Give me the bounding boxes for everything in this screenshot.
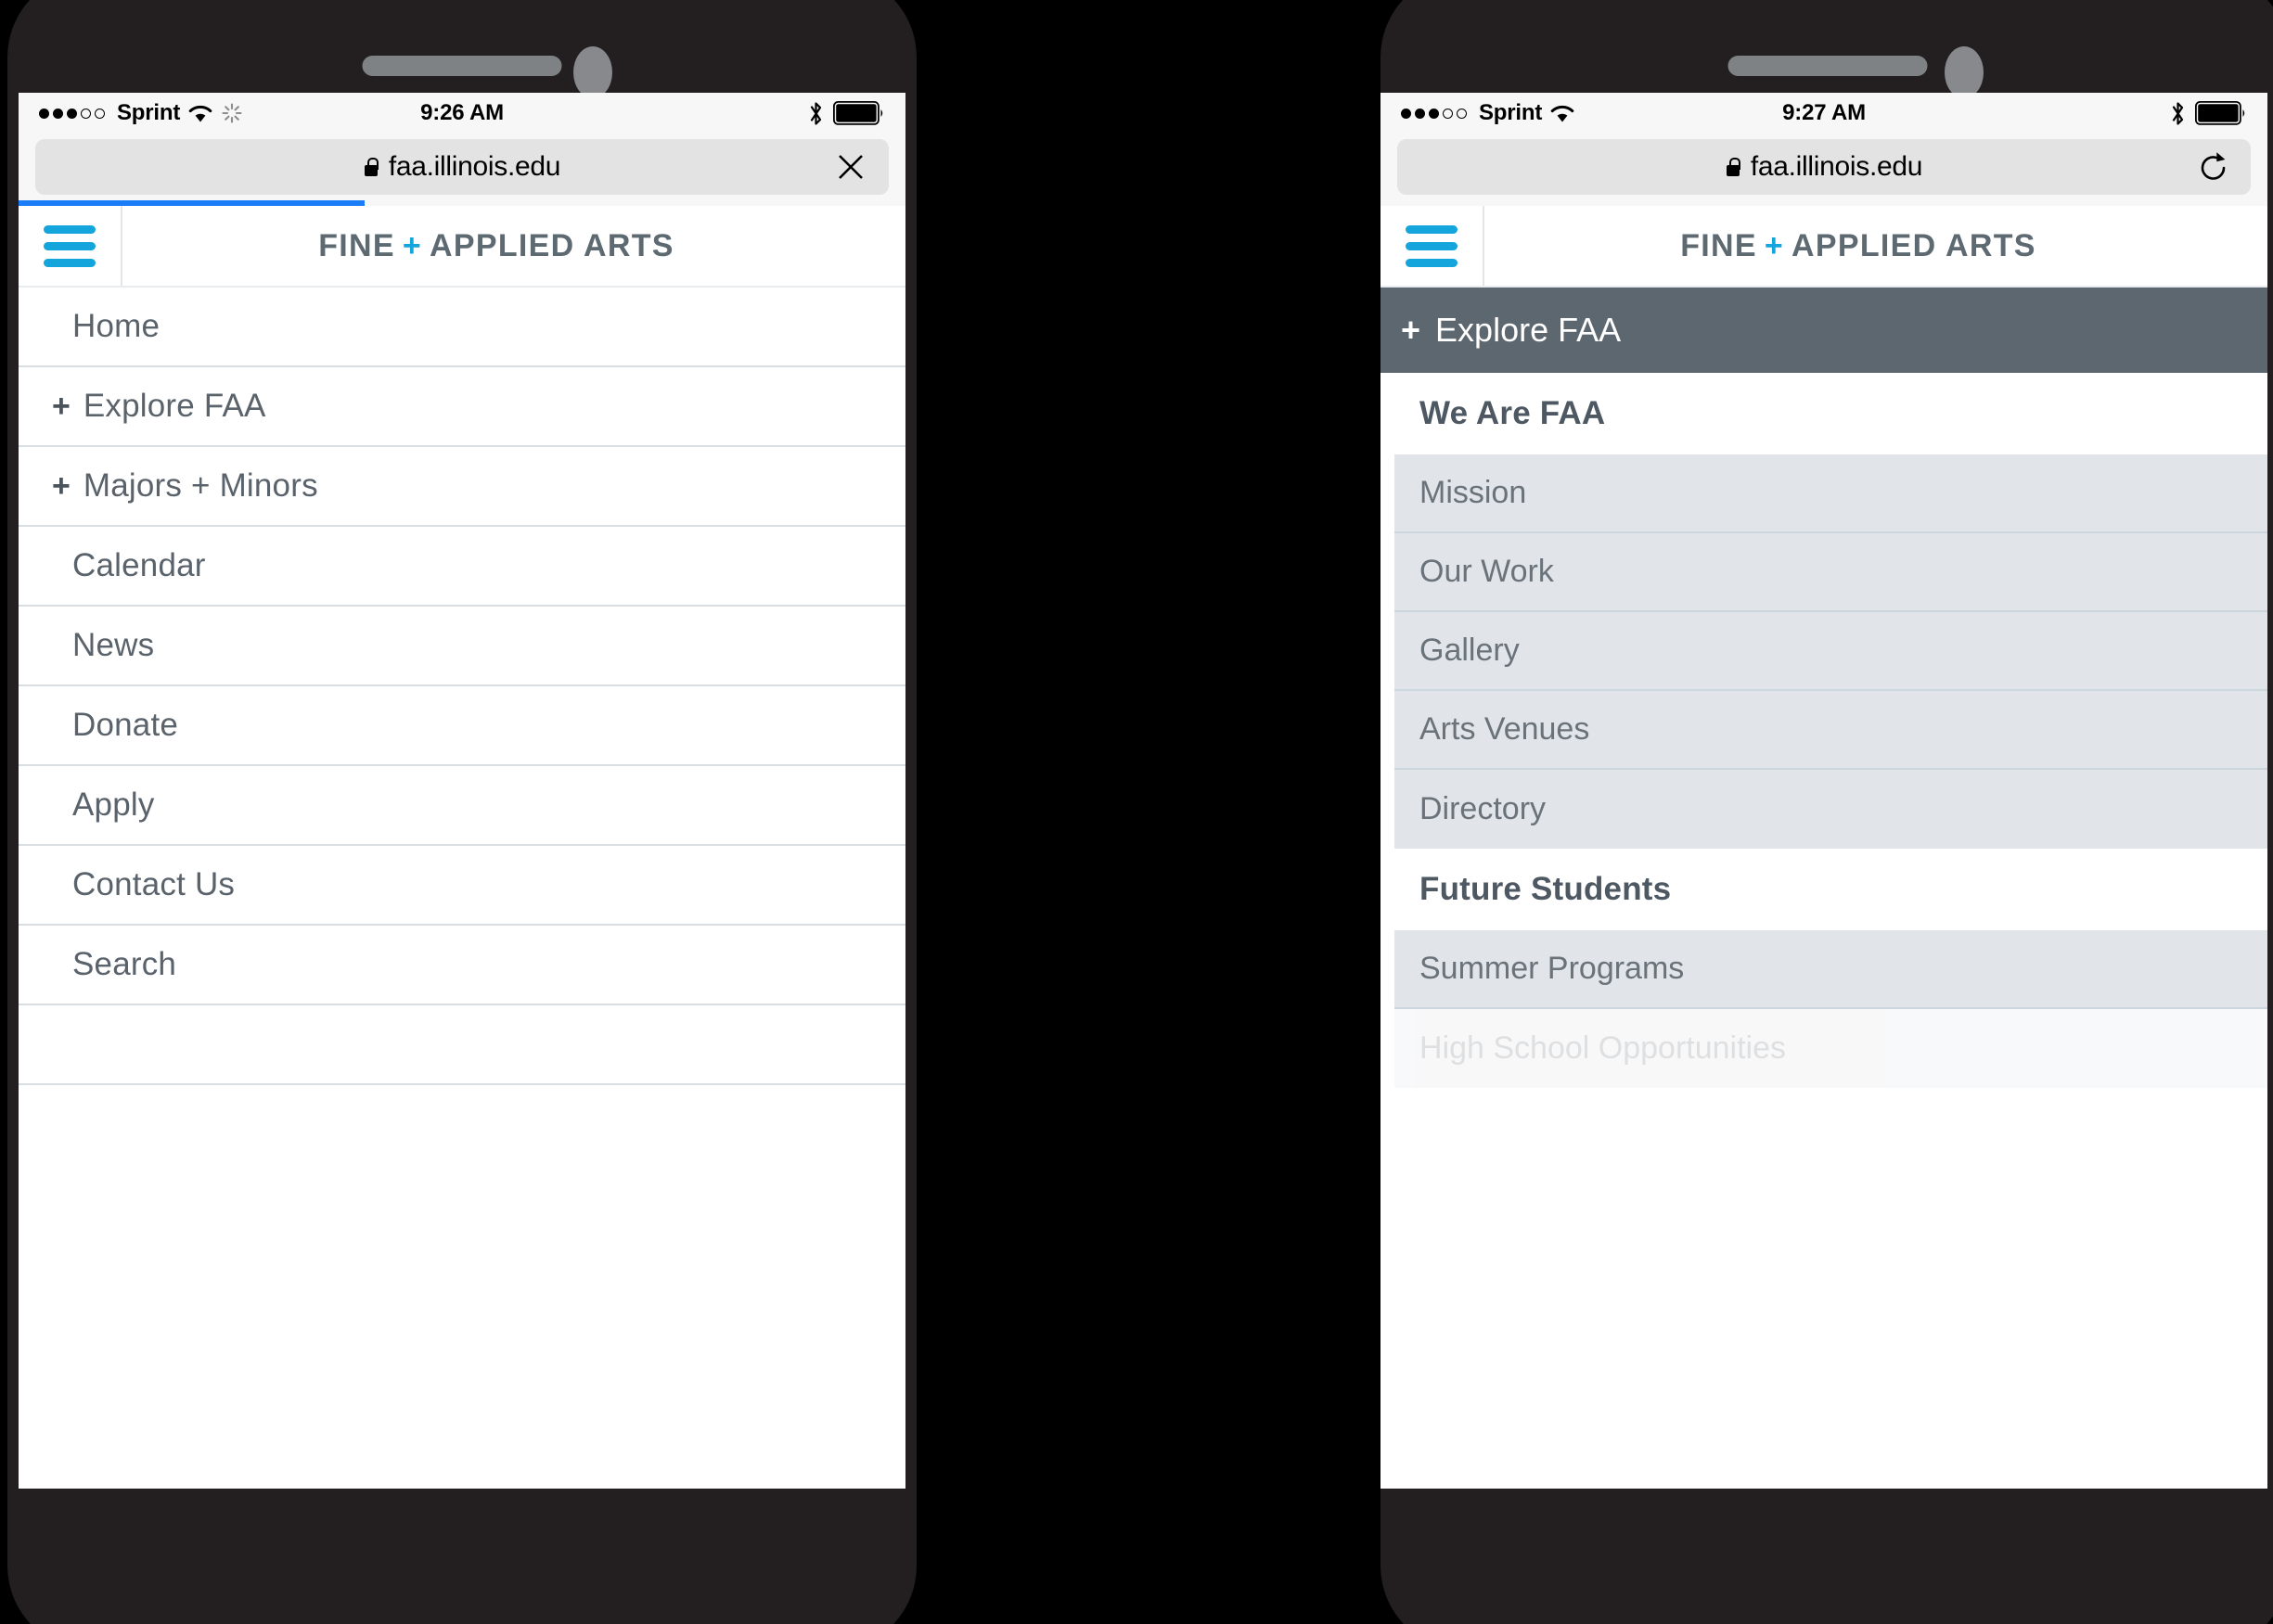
submenu-item-label: High School Opportunities (1419, 1030, 1787, 1066)
submenu-item-label: Summer Programs (1419, 951, 1685, 986)
nav-item-explore-faa[interactable]: + Explore FAA (19, 367, 905, 447)
nav-item-donate[interactable]: Donate (19, 686, 905, 766)
wifi-icon (187, 103, 213, 123)
front-camera (1945, 46, 1984, 98)
submenu-item-summer-programs[interactable]: Summer Programs (1394, 930, 2267, 1009)
address-bar-left[interactable]: faa.illinois.edu (35, 139, 889, 195)
expand-plus-icon: + (52, 467, 71, 504)
expand-plus-icon: + (1401, 311, 1421, 349)
submenu-item-label: Arts Venues (1419, 711, 1590, 747)
nav-item-label: Explore FAA (83, 388, 266, 424)
nav-item-majors-minors[interactable]: + Majors + Minors (19, 447, 905, 527)
battery-full-icon (2195, 101, 2247, 125)
logo-word-fine: FINE (318, 227, 395, 263)
submenu-item-label: Mission (1419, 475, 1527, 510)
ios-status-bar-left: Sprint 9:26 AM (19, 93, 905, 134)
submenu-item-label: Gallery (1419, 633, 1520, 668)
nav-item-label: Search (72, 946, 177, 982)
signal-strength-icon (1401, 108, 1467, 119)
reload-icon[interactable] (2197, 151, 2228, 183)
phone-device-right: Sprint 9:27 AM faa.illinois.edu FINE + A… (1380, 0, 2273, 1624)
bluetooth-icon (2170, 101, 2186, 126)
close-x-icon[interactable] (835, 151, 867, 183)
url-text: faa.illinois.edu (388, 151, 561, 182)
front-camera (573, 46, 612, 98)
lock-icon (364, 157, 379, 177)
address-bar-right[interactable]: faa.illinois.edu (1397, 139, 2251, 195)
site-logo[interactable]: FINE + APPLIED ARTS (1484, 206, 2267, 286)
submenu-item-label: Directory (1419, 791, 1547, 826)
earpiece-speaker (1727, 56, 1928, 76)
mobile-nav-list-left: Home + Explore FAA + Majors + Minors Cal… (19, 288, 905, 1085)
submenu-group-title-future-students: Future Students (1380, 849, 2267, 930)
bluetooth-icon (808, 101, 824, 126)
page-load-progress-bar (19, 200, 365, 206)
site-logo[interactable]: FINE + APPLIED ARTS (122, 206, 905, 286)
logo-plus-icon: + (1764, 227, 1785, 263)
submenu-item-label: Our Work (1419, 554, 1554, 589)
submenu-group-we-are-faa: Mission Our Work Gallery Arts Venues Dir… (1380, 454, 2267, 849)
wifi-icon (1549, 103, 1575, 123)
nav-item-label: Explore FAA (1435, 311, 1622, 349)
logo-word-applied-arts: APPLIED ARTS (1791, 227, 2036, 263)
nav-item-label: Contact Us (72, 866, 236, 902)
safari-toolbar-left: faa.illinois.edu (19, 134, 905, 206)
submenu-item-high-school-opportunities[interactable]: High School Opportunities (1394, 1009, 2267, 1088)
logo-plus-icon: + (402, 227, 423, 263)
nav-item-partial[interactable] (19, 1005, 905, 1085)
logo-word-applied-arts: APPLIED ARTS (430, 227, 674, 263)
submenu-item-gallery[interactable]: Gallery (1394, 612, 2267, 691)
expand-plus-icon: + (52, 388, 71, 424)
phone-screen-right: Sprint 9:27 AM faa.illinois.edu FINE + A… (1380, 93, 2267, 1489)
nav-item-search[interactable]: Search (19, 926, 905, 1005)
site-header-left: FINE + APPLIED ARTS (19, 206, 905, 288)
hamburger-menu-icon[interactable] (1380, 206, 1484, 286)
url-text: faa.illinois.edu (1750, 151, 1923, 182)
phone-screen-left: Sprint 9:26 AM faa.illinois.edu FINE + A… (19, 93, 905, 1489)
nav-item-apply[interactable]: Apply (19, 766, 905, 846)
nav-item-home[interactable]: Home (19, 288, 905, 367)
ios-status-bar-right: Sprint 9:27 AM (1380, 93, 2267, 134)
nav-item-label: Donate (72, 707, 179, 743)
submenu-group-future-students: Summer Programs High School Opportunitie… (1380, 930, 2267, 1088)
nav-item-contact-us[interactable]: Contact Us (19, 846, 905, 926)
submenu-item-our-work[interactable]: Our Work (1394, 533, 2267, 612)
signal-strength-icon (39, 108, 105, 119)
hamburger-menu-icon[interactable] (19, 206, 122, 286)
carrier-name: Sprint (1479, 100, 1543, 125)
nav-item-calendar[interactable]: Calendar (19, 527, 905, 607)
nav-item-label: News (72, 627, 155, 663)
battery-full-icon (833, 101, 885, 125)
carrier-name: Sprint (117, 100, 181, 125)
safari-toolbar-right: faa.illinois.edu (1380, 134, 2267, 206)
screenshot-stage: Sprint 9:26 AM faa.illinois.edu FINE + A… (0, 0, 2273, 1624)
loading-spinner-icon (221, 102, 243, 124)
nav-item-label: Apply (72, 786, 155, 823)
earpiece-speaker (362, 56, 562, 76)
nav-item-label: Calendar (72, 547, 206, 583)
site-header-right: FINE + APPLIED ARTS (1380, 206, 2267, 288)
nav-item-label: Home (72, 308, 161, 344)
logo-word-fine: FINE (1680, 227, 1757, 263)
nav-item-explore-faa-expanded[interactable]: + Explore FAA (1380, 288, 2267, 373)
submenu-item-arts-venues[interactable]: Arts Venues (1394, 691, 2267, 770)
phone-device-left: Sprint 9:26 AM faa.illinois.edu FINE + A… (7, 0, 917, 1624)
submenu-item-mission[interactable]: Mission (1394, 454, 2267, 533)
nav-item-news[interactable]: News (19, 607, 905, 686)
lock-icon (1726, 157, 1740, 177)
nav-item-label: Majors + Minors (83, 467, 318, 504)
submenu-item-directory[interactable]: Directory (1394, 770, 2267, 849)
submenu-group-title-we-are-faa: We Are FAA (1380, 373, 2267, 454)
